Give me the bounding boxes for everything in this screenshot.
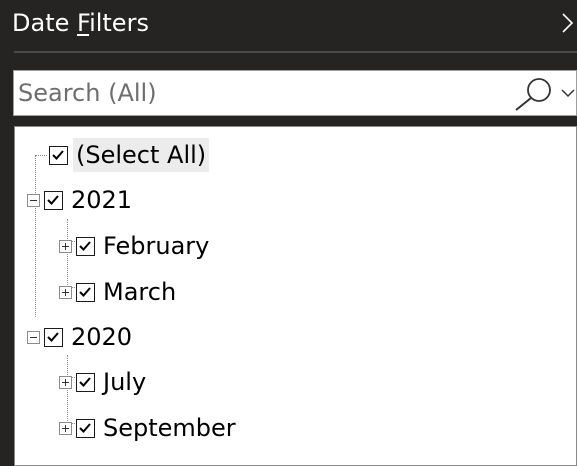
tree-item-2020[interactable]: 2020 <box>27 314 135 360</box>
checkbox-july[interactable] <box>76 372 95 392</box>
checkbox-february[interactable] <box>76 236 95 256</box>
expand-icon[interactable] <box>59 421 72 435</box>
collapse-icon[interactable] <box>27 193 40 207</box>
tree-item-february[interactable]: February <box>59 223 212 269</box>
tree-item-2021[interactable]: 2021 <box>27 177 135 223</box>
chevron-down-icon[interactable] <box>559 79 577 107</box>
filter-tree: (Select All) 2021 February March 2020 Ju… <box>14 126 577 466</box>
tree-item-label: September <box>103 414 236 442</box>
date-filters-label: Date Filters <box>12 9 149 37</box>
magnifier-icon[interactable] <box>512 75 556 111</box>
menu-separator <box>14 51 577 53</box>
tree-item-label: March <box>103 278 177 306</box>
checkbox-select-all[interactable] <box>49 145 68 165</box>
tree-item-march[interactable]: March <box>59 269 179 315</box>
tree-item-september[interactable]: September <box>59 405 239 451</box>
expand-icon[interactable] <box>59 375 72 389</box>
expand-icon[interactable] <box>59 285 72 299</box>
chevron-right-icon <box>559 11 577 35</box>
date-filters-menu-item[interactable]: Date Filters <box>0 0 577 50</box>
checkbox-2020[interactable] <box>44 327 63 347</box>
checkbox-march[interactable] <box>76 282 95 302</box>
tree-item-july[interactable]: July <box>59 359 149 405</box>
tree-item-select-all[interactable]: (Select All) <box>49 132 210 178</box>
search-input[interactable] <box>14 71 502 115</box>
expand-icon[interactable] <box>59 239 72 253</box>
search-box[interactable] <box>13 70 577 116</box>
tree-item-label: February <box>103 232 210 260</box>
checkbox-2021[interactable] <box>44 190 63 210</box>
tree-item-label: 2021 <box>71 186 133 214</box>
collapse-icon[interactable] <box>27 330 40 344</box>
tree-item-label: 2020 <box>71 323 133 351</box>
tree-item-label: July <box>103 368 147 396</box>
checkbox-september[interactable] <box>76 418 95 438</box>
tree-item-label: (Select All) <box>73 138 210 172</box>
